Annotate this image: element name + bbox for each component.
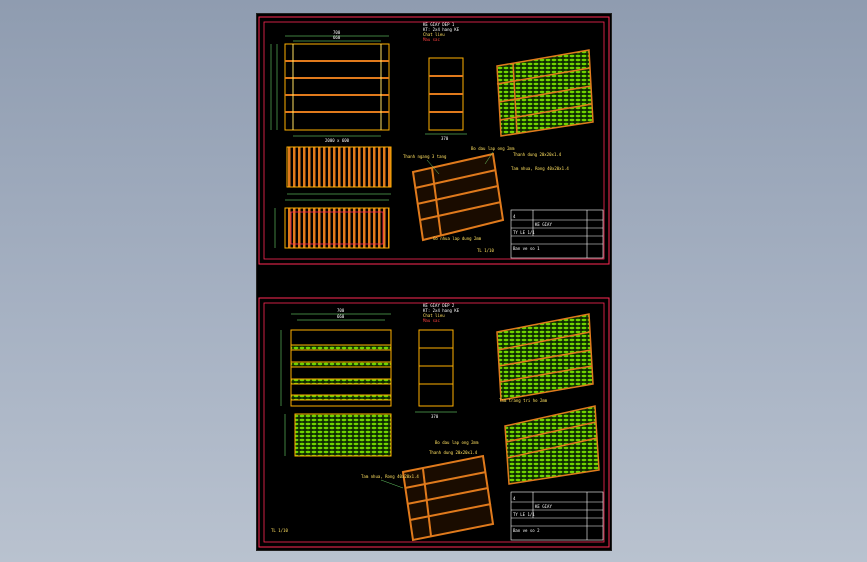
title-block-row: TY LE 1/1 [513,512,535,517]
title-block-row: KE GIAY [535,222,552,227]
callout-label: Thanh dung 20x20x1.4 [513,152,562,157]
note-line: Mau sac [423,37,440,42]
title-block-row: KE GIAY [535,504,552,509]
side-width-dim: 370 [441,136,449,141]
callout-label: Thanh ngang 3 tang [403,154,447,159]
title-block-mark: 4 [513,214,516,219]
title-block-row: Ban ve so 2 [513,528,540,533]
callout-label: Tam trang tri ho 2mm [499,398,548,403]
front-inner-dim: 660 [337,314,345,319]
side-width-dim: 370 [431,414,439,419]
side-view [425,57,467,135]
iso-rack-green-2 [504,405,600,485]
callout-label: Bo dau lap ong 2mm [471,146,515,151]
front-view [280,313,392,407]
drawing-canvas: 700 660 2000 x 600 370 KE GIAY DEP 1 KT:… [258,16,610,548]
plan-view [284,413,392,457]
front-inner-dim: 660 [333,35,341,40]
callout-label: Tam nhua, Rong 40x20x1.4 [511,166,569,171]
sheet-2: 700 660 370 KE GIAY DEP 2 KT: 2x4 hang K… [258,297,610,548]
plan-view [274,199,390,249]
front-bottom-dim: 2000 x 600 [325,138,350,143]
cad-viewport[interactable]: 700 660 2000 x 600 370 KE GIAY DEP 1 KT:… [256,13,612,551]
title-block-mark: 4 [513,496,516,501]
note-line: Mau sac [423,318,440,323]
title-block-row: Ban ve so 1 [513,246,540,251]
callout-label: Tam nhua, Rong 40x20x1.4 [361,474,419,479]
sheet-1: 700 660 2000 x 600 370 KE GIAY DEP 1 KT:… [258,16,610,265]
iso-rack-orange [411,152,505,242]
iso-rack-orange [401,454,495,542]
notes-block: KE GIAY DEP 1 KT: 2x4 hang KE Chat lieu … [423,22,460,42]
notes-block: KE GIAY DEP 2 KT: 2x4 hang KE Chat lieu … [423,303,460,323]
callout-label: Bo dau lap ong 2mm [435,440,479,445]
iso-rack-green [496,313,594,401]
callout-label: Thanh dung 20x20x1.4 [429,450,478,455]
top-view [286,146,392,195]
side-view [415,329,457,413]
scale-label: TL 1/10 [477,248,494,253]
front-width-dim: 700 [337,308,345,313]
iso-rack-green [496,49,594,137]
front-view [270,35,390,137]
callout-label: Go nhua lap dung 2mm [433,236,482,241]
scale-label: TL 1/10 [271,528,288,533]
title-block-row: TY LE 1/1 [513,230,535,235]
